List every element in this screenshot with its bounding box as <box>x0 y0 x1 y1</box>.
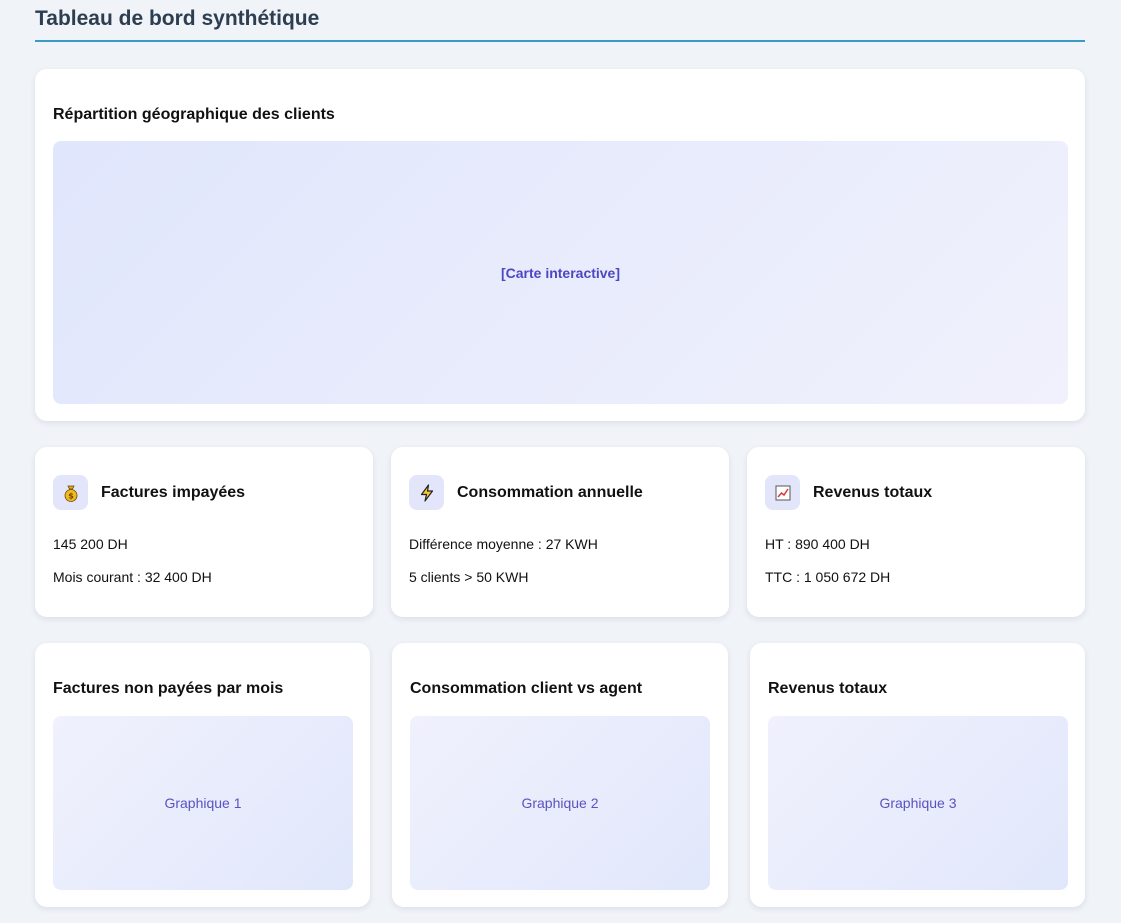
card-title: Revenus totaux <box>813 484 933 501</box>
card-title: Factures impayées <box>101 484 246 501</box>
chart-placeholder-label: Graphique 1 <box>164 795 242 811</box>
total-revenue-chart-card: Revenus totaux Graphique 3 <box>750 643 1085 907</box>
geo-distribution-card: Répartition géographique des clients [Ca… <box>35 69 1085 421</box>
revenue-ht-value: HT : 890 400 DH <box>765 536 870 552</box>
chart-placeholder-3[interactable]: Graphique 3 <box>768 716 1068 890</box>
annual-consumption-card: Consommation annuelle Différence moyenne… <box>391 447 729 617</box>
revenue-ttc-value: TTC : 1 050 672 DH <box>765 569 891 585</box>
chart-placeholder-2[interactable]: Graphique 2 <box>410 716 710 890</box>
chart-placeholder-label: Graphique 2 <box>521 795 599 811</box>
average-difference-value: Différence moyenne : 27 KWH <box>409 536 598 552</box>
consumption-client-vs-agent-chart-card: Consommation client vs agent Graphique 2 <box>392 643 728 907</box>
clients-over-threshold-value: 5 clients > 50 KWH <box>409 569 529 585</box>
interactive-map[interactable]: [Carte interactive] <box>53 141 1068 404</box>
map-placeholder-label: [Carte interactive] <box>500 264 621 281</box>
card-title: Consommation annuelle <box>457 484 643 501</box>
lightning-icon <box>409 475 444 510</box>
title-divider <box>35 40 1085 42</box>
chart-placeholder-label: Graphique 3 <box>879 795 957 811</box>
page-title: Tableau de bord synthétique <box>35 7 320 30</box>
chart-up-icon <box>765 475 800 510</box>
unpaid-total-value: 145 200 DH <box>53 536 128 552</box>
svg-text:$: $ <box>68 491 74 500</box>
money-bag-icon: $ <box>53 475 88 510</box>
card-title: Consommation client vs agent <box>410 680 643 697</box>
card-title: Factures non payées par mois <box>53 680 284 697</box>
card-title: Répartition géographique des clients <box>53 106 335 123</box>
chart-placeholder-1[interactable]: Graphique 1 <box>53 716 353 890</box>
unpaid-per-month-chart-card: Factures non payées par mois Graphique 1 <box>35 643 370 907</box>
total-revenue-card: Revenus totaux HT : 890 400 DH TTC : 1 0… <box>747 447 1085 617</box>
unpaid-invoices-card: $ Factures impayées 145 200 DH Mois cour… <box>35 447 373 617</box>
unpaid-current-month-value: Mois courant : 32 400 DH <box>53 569 212 585</box>
card-title: Revenus totaux <box>768 680 888 697</box>
